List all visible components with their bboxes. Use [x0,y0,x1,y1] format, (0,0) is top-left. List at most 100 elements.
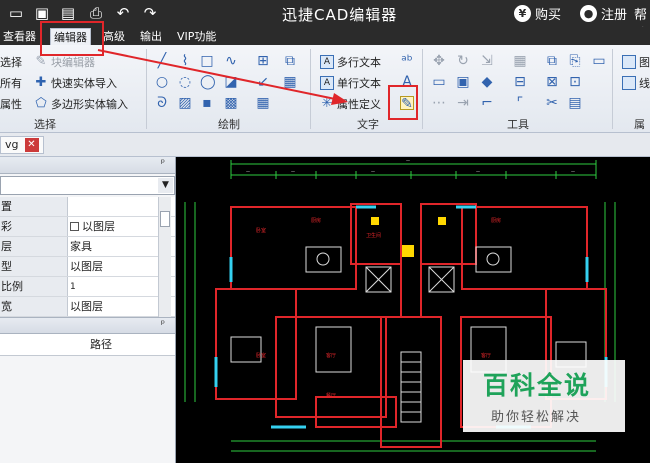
tab-viewer[interactable]: 查看器 [0,28,39,45]
leader-icon[interactable]: ↙ [256,75,270,89]
window-icon[interactable]: ▭ [432,75,446,89]
multiline-text-button[interactable]: A 多行文本 [320,54,381,70]
color-swatch [70,222,79,231]
single-line-text-button[interactable]: A 单行文本 [320,75,381,91]
rotate-icon[interactable]: ↻ [456,54,470,68]
attribute-definition-label: 属性定义 [337,98,381,111]
undo-icon[interactable]: ↶ [114,4,132,22]
polygon-entity-input-button[interactable]: ⬠ 多边形实体输入 [34,96,128,112]
property-row[interactable]: 彩 以图层 [0,217,175,237]
insert-block-icon[interactable]: ⧉ [283,54,297,68]
document-tab-bar: vg ✕ [0,133,650,157]
open-icon[interactable]: ▭ [7,4,25,22]
property-row[interactable]: 宽 以图层 [0,297,175,317]
room-label: 卧室 [256,352,266,359]
room-label: 厨房 [311,217,321,224]
extend-icon[interactable]: ⇥ [456,96,470,110]
block-icon[interactable]: ▣ [456,75,470,89]
arc-icon[interactable]: ᘐ [155,96,169,110]
color-icon[interactable]: ◆ [480,75,494,89]
attribute-definition-button[interactable]: ✳ 属性定义 [320,96,381,112]
room-label: 卧室 [256,227,266,234]
group-separator [146,49,147,129]
chevron-down-icon[interactable]: ▼ [158,178,173,193]
scrollbar[interactable] [158,197,171,319]
block-editor-label: 块编辑器 [51,56,95,69]
measure-icon[interactable]: ⊟ [513,75,527,89]
tab-vip[interactable]: VIP功能 [174,28,219,45]
property-row[interactable]: 型 以图层 [0,257,175,277]
tab-output[interactable]: 输出 [137,28,165,45]
trim-icon[interactable]: ⋯ [432,96,446,110]
pin-icon[interactable]: ᵖ [161,158,165,169]
copy-icon[interactable]: ⧉ [545,54,559,68]
buy-button[interactable]: ¥ 购买 [514,4,561,23]
hatch-icon[interactable]: ▨ [178,96,192,110]
svg-text:—: — [291,169,295,174]
array-icon[interactable]: ▦ [513,54,527,68]
scrollbar-thumb[interactable] [160,211,170,227]
group-separator [612,49,613,129]
properties-panel: ᵖ ▼ 置 彩 以图层 层 家具 型 以图层 比例 1 宽 以图层 ᵖ 路径 [0,157,176,463]
user-icon: ● [580,5,597,22]
register-button[interactable]: ● 注册 [580,4,627,23]
properties-label: 属性 [0,98,22,111]
ellipse-icon[interactable]: ◯ [200,75,216,89]
document-tab[interactable]: vg ✕ [0,136,44,154]
rectangle-icon[interactable]: □ [200,54,214,68]
property-row[interactable]: 层 家具 [0,237,175,257]
pin-icon[interactable]: ᵖ [161,319,165,330]
scale-icon[interactable]: ⇲ [480,54,494,68]
redo-icon[interactable]: ↷ [141,4,159,22]
chamfer-icon[interactable]: ⌜ [513,96,527,110]
room-label: 卫生间 [366,232,381,239]
explode-icon[interactable]: ⊠ [545,75,559,89]
point-icon[interactable]: ▪ [200,96,214,110]
group-separator [422,49,423,129]
dimension-icon[interactable]: ⊞ [256,54,270,68]
layer-icon[interactable]: ▭ [592,54,606,68]
image-insert-icon[interactable]: ▦ [283,75,297,89]
move-icon[interactable]: ✥ [432,54,446,68]
room-label: 厨房 [491,217,501,224]
app-title: 迅捷CAD编辑器 [282,6,398,24]
block-editor-button[interactable]: ✎ 块编辑器 [34,54,95,70]
paste-icon[interactable]: ⎘ [568,54,582,68]
select-label: 选择 [0,56,22,69]
properties-button[interactable]: 属性 [0,96,22,112]
circle-icon[interactable]: ○ [155,75,169,89]
property-grid: 置 彩 以图层 层 家具 型 以图层 比例 1 宽 以图层 [0,197,175,319]
path-column-header: 路径 [0,334,175,356]
group-icon[interactable]: ⊡ [568,75,582,89]
match-properties-icon[interactable]: ▤ [568,96,582,110]
image-icon[interactable]: ▩ [224,96,238,110]
spell-check-icon[interactable]: ᵃᵇ [400,54,414,68]
entity-selector[interactable]: ▼ [0,176,175,195]
table-icon[interactable]: ▦ [256,96,270,110]
fillet-icon[interactable]: ⌐ [480,96,494,110]
quick-entity-import-button[interactable]: ✚ 快速实体导入 [34,75,117,91]
region-icon[interactable]: ◪ [224,75,238,89]
tab-advanced[interactable]: 高级 [100,28,128,45]
select-button[interactable]: 选择 [0,54,22,70]
svg-text:—: — [476,169,480,174]
print-icon[interactable]: ⎙ [87,4,105,22]
close-icon[interactable]: ✕ [24,138,39,152]
arc-center-icon[interactable]: ◌ [178,75,192,89]
save-icon[interactable]: ▣ [33,4,51,22]
property-row[interactable]: 置 [0,197,175,217]
editor-tab-highlight [40,21,104,56]
polyline-icon[interactable]: ⌇ [178,54,192,68]
line-icon[interactable]: ╱ [155,54,169,68]
break-icon[interactable]: ✂ [545,96,559,110]
select-all-label: 所有 [0,77,22,90]
select-all-button[interactable]: 所有 [0,75,22,91]
property-key: 比例 [0,277,68,296]
spline-icon[interactable]: ∿ [224,54,238,68]
save-as-icon[interactable]: ▤ [59,4,77,22]
line-property-button[interactable]: 线 [622,75,650,91]
property-row[interactable]: 比例 1 [0,277,175,297]
image-property-button[interactable]: 图 [622,54,650,70]
line-property-icon [622,76,636,90]
room-label: 餐厅 [326,392,336,399]
